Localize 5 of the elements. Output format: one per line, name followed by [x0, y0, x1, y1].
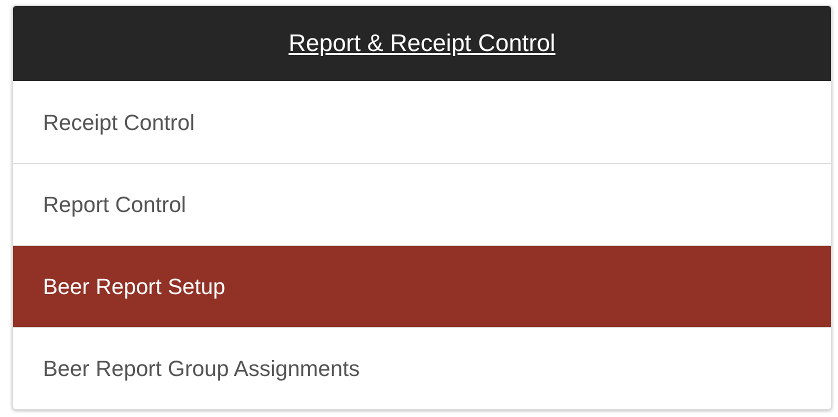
menu-item[interactable]: Report Control [13, 163, 831, 245]
menu-title[interactable]: Report & Receipt Control [288, 26, 556, 62]
menu-item[interactable]: Beer Report Setup [13, 245, 831, 327]
menu-item[interactable]: Receipt Control [13, 81, 831, 163]
menu-item[interactable]: Beer Report Group Assignments [13, 327, 831, 409]
